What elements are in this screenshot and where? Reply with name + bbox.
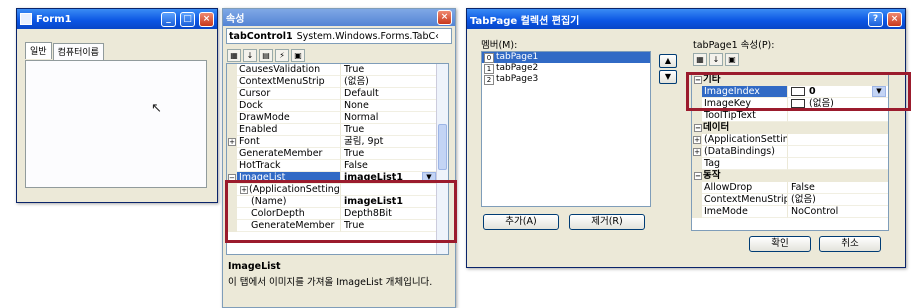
list-item[interactable]: 0 tabPage1 [482,52,650,63]
alphabetical-icon[interactable]: ↓ [709,53,723,66]
scroll-thumb[interactable] [438,124,447,170]
close-icon[interactable]: × [887,11,902,27]
property-row[interactable]: ContextMenuStrip (없음) [227,76,448,88]
description-title: ImageList [228,261,281,272]
tab-general[interactable]: 일반 [25,42,52,59]
close-icon[interactable]: × [199,11,214,27]
property-row[interactable]: GenerateMember True [227,148,448,160]
property-row[interactable]: DrawMode Normal [227,112,448,124]
editor-grid-toolbar: ▦ ↓ ▣ [693,53,739,66]
events-icon[interactable]: ⚡ [275,48,289,62]
properties-title: 속성 [226,14,245,25]
form1-window: Form1 _ □ × 일반 컴퓨터이름 ↖ [16,8,218,203]
properties-titlebar: 속성 × [223,9,455,26]
collection-editor-window: TabPage 컬렉션 편집기 ? × 멤버(M): 0 tabPage1 1 ta… [466,8,906,268]
expand-icon[interactable]: + [228,138,236,146]
tab-panel [25,60,207,188]
form-icon [20,13,32,25]
help-icon[interactable]: ? [868,11,883,27]
mouse-cursor-icon: ↖ [151,101,162,116]
collapse-icon[interactable]: − [694,124,702,132]
property-row[interactable]: ImeMode NoControl [692,206,888,218]
alphabetical-icon[interactable]: ↓ [243,48,257,62]
property-row[interactable]: + (ApplicationSetting [692,134,888,146]
maximize-icon[interactable]: □ [180,11,195,27]
editor-titlebar: TabPage 컬렉션 편집기 ? × [467,9,905,29]
expand-icon[interactable]: + [693,136,701,144]
members-label: 멤버(M): [481,40,518,51]
move-up-button[interactable]: ▲ [659,54,677,68]
members-list[interactable]: 0 tabPage1 1 tabPage2 2 tabPage3 [481,51,651,207]
list-item[interactable]: 1 tabPage2 [482,63,650,74]
object-type: System.Windows.Forms.TabC‹ [296,30,439,42]
categorized-icon[interactable]: ▦ [693,53,707,66]
tab-computer-name[interactable]: 컴퓨터이름 [52,43,104,60]
editor-title: TabPage 컬렉션 편집기 [470,15,580,27]
object-name: tabControl1 [229,30,293,42]
form1-client: 일반 컴퓨터이름 ↖ [21,33,213,198]
highlight-box-imageindex [686,72,911,111]
property-row-tooltip[interactable]: ToolTipText [692,110,888,122]
collapse-icon[interactable]: − [694,172,702,180]
category-behavior[interactable]: − 동작 [692,170,888,182]
description-panel: ImageList 이 탭에서 이미지를 가져올 ImageList 개체입니다… [226,259,449,305]
property-row[interactable]: ContextMenuStrip (없음) [692,194,888,206]
property-row[interactable]: CausesValidation True [227,64,448,76]
add-button[interactable]: 추가(A) [483,214,559,230]
property-row[interactable]: Tag [692,158,888,170]
list-item[interactable]: 2 tabPage3 [482,74,650,85]
ok-button[interactable]: 확인 [749,236,811,252]
remove-button[interactable]: 제거(R) [569,214,645,230]
property-row[interactable]: AllowDrop False [692,182,888,194]
property-row[interactable]: + (DataBindings) [692,146,888,158]
form1-title: Form1 [36,13,72,25]
property-row[interactable]: + Font 굴림, 9pt [227,136,448,148]
description-text: 이 탭에서 이미지를 가져올 ImageList 개체입니다. [228,277,433,288]
properties-label: tabPage1 속성(P): [693,40,775,51]
move-down-button[interactable]: ▼ [659,70,677,84]
highlight-box-imagelist [225,180,457,243]
close-icon[interactable]: × [437,10,452,25]
properties-icon[interactable]: ▤ [259,48,273,62]
categorized-icon[interactable]: ▦ [227,48,241,62]
property-pages-icon[interactable]: ▣ [725,53,739,66]
tab-strip: 일반 컴퓨터이름 [25,42,105,60]
cancel-button[interactable]: 취소 [819,236,881,252]
expand-icon[interactable]: + [693,148,701,156]
properties-toolbar: ▦ ↓ ▤ ⚡ ▣ [223,46,455,64]
property-row[interactable]: Dock None [227,100,448,112]
property-pages-icon[interactable]: ▣ [291,48,305,62]
properties-window: 속성 × tabControl1 System.Windows.Forms.Ta… [222,8,456,308]
category-data[interactable]: − 데이터 [692,122,888,134]
property-row[interactable]: Cursor Default [227,88,448,100]
minimize-icon[interactable]: _ [161,11,176,27]
object-selector[interactable]: tabControl1 System.Windows.Forms.TabC‹ [226,28,452,44]
property-row[interactable]: HotTrack False [227,160,448,172]
form1-titlebar[interactable]: Form1 _ □ × [17,9,217,29]
property-row[interactable]: Enabled True [227,124,448,136]
